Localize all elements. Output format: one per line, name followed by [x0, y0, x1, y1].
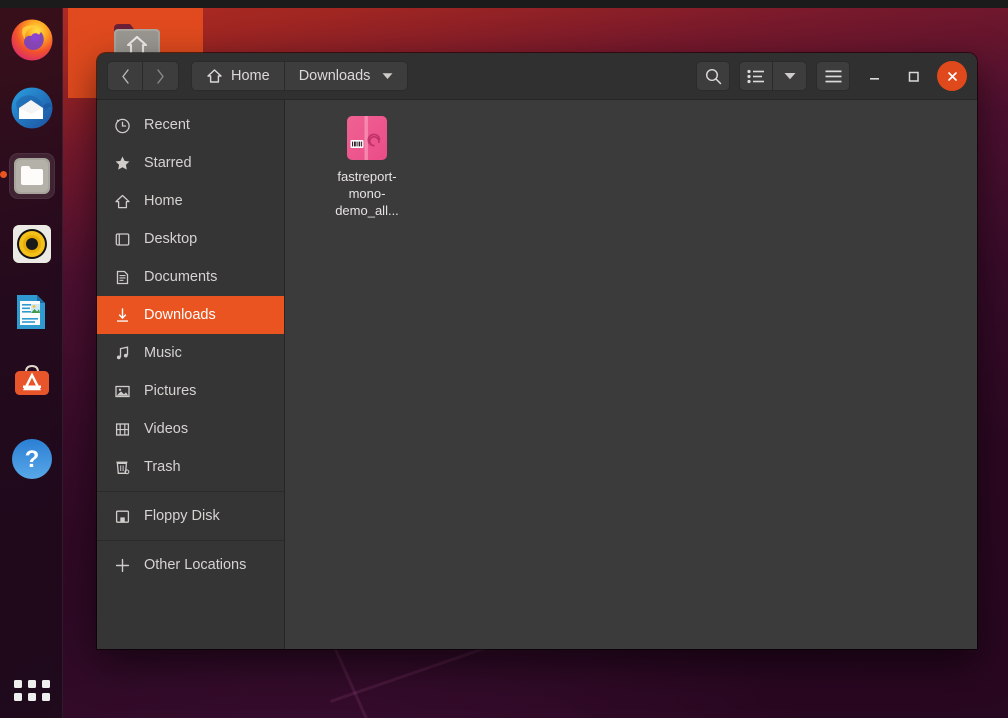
files-window: Home Downloads	[97, 53, 977, 649]
breadcrumb-label: Downloads	[299, 68, 371, 84]
sidebar-separator	[97, 491, 284, 492]
ubuntu-software-icon	[12, 360, 52, 400]
sidebar-item-label: Starred	[144, 155, 192, 171]
breadcrumb-item-home[interactable]: Home	[191, 61, 285, 91]
dock-item-help[interactable]: ?	[9, 436, 55, 482]
window-body: Recent Starred Home	[97, 100, 977, 649]
sidebar-item-label: Home	[144, 193, 183, 209]
music-note-icon	[113, 344, 131, 362]
search-button[interactable]	[696, 61, 730, 91]
download-icon	[113, 306, 131, 324]
floppy-disk-icon	[113, 507, 131, 525]
dock-item-thunderbird[interactable]	[9, 85, 55, 131]
forward-button[interactable]	[143, 61, 179, 91]
files-icon	[13, 157, 51, 195]
clock-icon	[113, 116, 131, 134]
navigation-buttons	[107, 61, 179, 91]
star-icon	[113, 154, 131, 172]
sidebar-item-label: Floppy Disk	[144, 508, 220, 524]
thunderbird-icon	[10, 86, 54, 130]
back-button[interactable]	[107, 61, 143, 91]
dock-item-files[interactable]	[9, 153, 55, 199]
breadcrumb: Home Downloads	[191, 61, 408, 91]
desktop-icon	[113, 230, 131, 248]
sidebar-item-starred[interactable]: Starred	[97, 144, 284, 182]
show-applications-button[interactable]	[14, 680, 50, 706]
gnome-top-bar	[0, 0, 1008, 8]
sidebar-item-floppy-disk[interactable]: Floppy Disk	[97, 497, 284, 535]
sidebar-item-label: Other Locations	[144, 557, 246, 573]
film-icon	[113, 420, 131, 438]
places-sidebar: Recent Starred Home	[97, 100, 285, 649]
home-icon	[206, 68, 223, 84]
apps-grid-dot	[14, 693, 22, 701]
document-icon	[113, 268, 131, 286]
deb-package-icon	[346, 114, 388, 162]
libreoffice-writer-icon	[12, 292, 52, 332]
sidebar-item-label: Recent	[144, 117, 190, 133]
sidebar-item-label: Trash	[144, 459, 181, 475]
dock-item-ubuntu-software[interactable]	[9, 357, 55, 403]
main-menu-button[interactable]	[816, 61, 850, 91]
ubuntu-dock: ?	[0, 8, 63, 718]
apps-grid-dot	[42, 680, 50, 688]
sidebar-item-label: Desktop	[144, 231, 197, 247]
rhythmbox-icon	[12, 224, 52, 264]
apps-grid-dot	[42, 693, 50, 701]
view-list-button[interactable]	[739, 61, 773, 91]
apps-grid-dot	[28, 680, 36, 688]
sidebar-item-label: Music	[144, 345, 182, 361]
close-button[interactable]	[937, 61, 967, 91]
sidebar-item-music[interactable]: Music	[97, 334, 284, 372]
sidebar-item-home[interactable]: Home	[97, 182, 284, 220]
plus-icon	[113, 556, 131, 574]
breadcrumb-item-downloads[interactable]: Downloads	[285, 61, 409, 91]
window-header-bar: Home Downloads	[97, 53, 977, 100]
apps-grid-dot	[28, 693, 36, 701]
sidebar-item-label: Pictures	[144, 383, 196, 399]
sidebar-item-other-locations[interactable]: Other Locations	[97, 546, 284, 584]
sidebar-item-label: Documents	[144, 269, 217, 285]
ubuntu-desktop: Home Downloads	[0, 0, 1008, 718]
sidebar-item-label: Videos	[144, 421, 188, 437]
dock-item-libreoffice-writer[interactable]	[9, 289, 55, 335]
sidebar-separator	[97, 540, 284, 541]
file-item[interactable]: fastreport-mono-demo_all...	[319, 114, 415, 219]
sidebar-item-documents[interactable]: Documents	[97, 258, 284, 296]
breadcrumb-label: Home	[231, 68, 270, 84]
apps-grid-dot	[14, 680, 22, 688]
view-controls	[739, 61, 807, 91]
trash-icon	[113, 458, 131, 476]
image-icon	[113, 382, 131, 400]
file-name-label: fastreport-mono-demo_all...	[323, 168, 411, 219]
dock-item-rhythmbox[interactable]	[9, 221, 55, 267]
firefox-icon	[10, 18, 54, 62]
home-icon	[113, 192, 131, 210]
svg-text:?: ?	[25, 446, 40, 473]
sidebar-item-videos[interactable]: Videos	[97, 410, 284, 448]
chevron-down-icon[interactable]	[382, 72, 393, 80]
sidebar-item-desktop[interactable]: Desktop	[97, 220, 284, 258]
sidebar-item-trash[interactable]: Trash	[97, 448, 284, 486]
maximize-button[interactable]	[898, 61, 928, 91]
dock-item-firefox[interactable]	[9, 17, 55, 63]
sidebar-item-label: Downloads	[144, 307, 216, 323]
minimize-button[interactable]	[859, 61, 889, 91]
view-options-button[interactable]	[773, 61, 807, 91]
help-icon: ?	[11, 438, 53, 480]
sidebar-item-downloads[interactable]: Downloads	[97, 296, 284, 334]
sidebar-item-pictures[interactable]: Pictures	[97, 372, 284, 410]
sidebar-item-recent[interactable]: Recent	[97, 106, 284, 144]
files-view[interactable]: fastreport-mono-demo_all...	[285, 100, 977, 649]
